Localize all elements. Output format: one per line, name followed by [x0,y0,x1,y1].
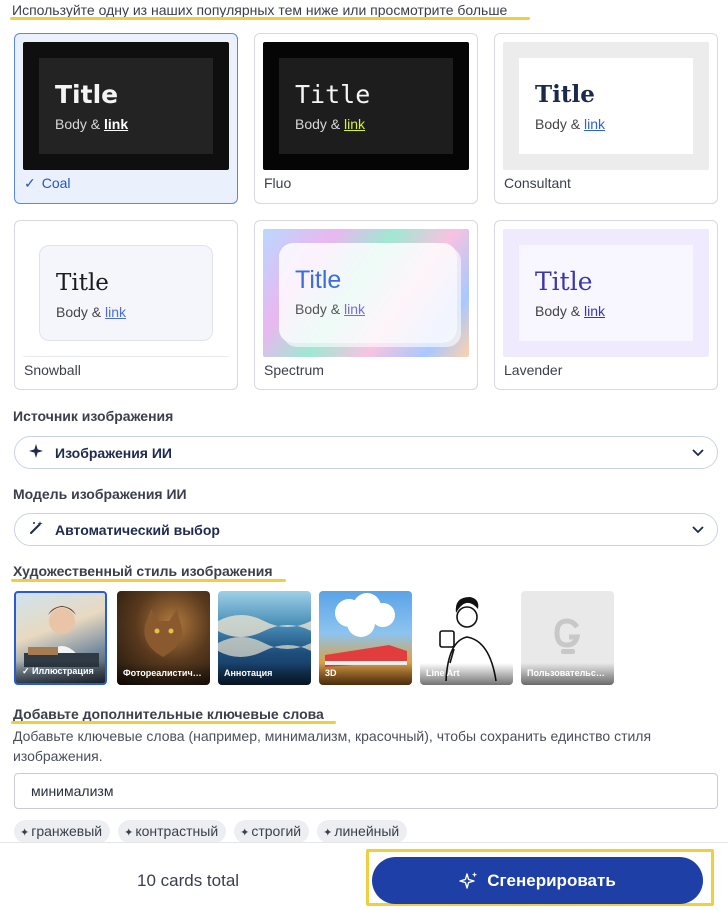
style-tile-abstract[interactable]: Аннотация [218,591,311,685]
preview-body: Body & [535,303,581,319]
image-model-value: Автоматический выбор [55,521,220,538]
theme-card-snowball[interactable]: Title Body & link Snowball [14,220,238,390]
theme-preview-consultant: Title Body & link [503,42,709,170]
chevron-down-icon [692,526,704,534]
image-source-select[interactable]: Изображения ИИ [14,436,718,469]
preview-body: Body & [535,116,581,132]
preview-link: link [105,304,127,320]
theme-name: Snowball [24,362,81,378]
style-label: 3D [319,663,412,685]
preview-title: Title [55,80,119,109]
keyword-suggestions: ✦ гранжевый ✦ контрастный ✦ строгий ✦ линейн… [14,820,408,843]
preview-link: link [344,116,366,132]
theme-card-lavender[interactable]: Title Body & link Lavender [494,220,718,390]
sparkle-icon [29,443,47,462]
keywords-input[interactable]: минимализм [14,773,718,809]
intro-highlight-underline [10,17,530,20]
preview-body: Body & [295,301,341,317]
style-label: Иллюстрация [32,666,94,676]
theme-card-coal[interactable]: Title Body & link ✓ Coal [14,33,238,204]
theme-preview-fluo: Title Body & link [263,42,469,170]
style-label: Line Art [420,663,513,685]
theme-preview-lavender: Title Body & link [503,229,709,357]
style-label: Фотореалистичный [117,663,210,685]
sparkle-icon: ✦ [20,827,30,839]
preview-title: Title [295,80,371,109]
style-tile-3d[interactable]: 3D [319,591,412,685]
themes-intro-text: Используйте одну из наших популярных тем… [12,2,508,18]
sparkle-icon: ✦ [124,827,134,839]
checkmark-icon: ✓ [24,175,36,191]
style-tile-illustration[interactable]: ✓ Иллюстрация [14,591,107,685]
theme-card-fluo[interactable]: Title Body & link Fluo [254,33,478,204]
image-source-value: Изображения ИИ [55,444,172,461]
theme-preview-spectrum: Title Body & link [263,229,469,357]
art-style-label: Художественный стиль изображения [13,563,273,579]
image-model-label: Модель изображения ИИ [13,486,187,502]
style-tile-line-art[interactable]: Line Art [420,591,513,685]
footer-bar: 10 cards total Сгенерировать [0,842,728,910]
theme-name: ✓ Coal [24,175,71,191]
preview-body: Body & [295,116,341,132]
checkmark-icon: ✓ [22,666,33,676]
preview-link: link [344,301,366,317]
theme-name: Lavender [504,362,563,378]
preview-body: Body & [56,304,102,320]
magic-wand-icon [29,520,47,539]
generate-button[interactable]: Сгенерировать [372,857,703,904]
keywords-highlight-underline [11,721,336,724]
chevron-down-icon [692,449,704,457]
theme-card-consultant[interactable]: Title Body & link Consultant [494,33,718,204]
keyword-chip[interactable]: ✦ контрастный [118,820,227,843]
style-label: Аннотация [218,663,311,685]
theme-name: Spectrum [264,362,324,378]
sparkle-icon: ✦ [240,827,250,839]
style-tile-photorealistic[interactable]: Фотореалистичный [117,591,210,685]
sparkle-icon: ✦ [323,827,333,839]
style-tile-custom[interactable]: Пользовательский [521,591,614,685]
preview-body: Body & [55,116,101,132]
keyword-chip[interactable]: ✦ гранжевый [14,820,111,843]
keywords-label: Добавьте дополнительные ключевые слова [13,706,324,722]
preview-link: link [104,116,129,132]
theme-preview-coal: Title Body & link [23,42,229,170]
sparkles-icon [459,871,478,889]
keyword-chip[interactable]: ✦ линейный [317,820,408,843]
theme-name: Fluo [264,175,292,191]
preview-title: Title [535,81,595,108]
preview-title: Title [535,267,593,296]
keywords-description: Добавьте ключевые слова (например, миним… [13,728,652,764]
generate-label: Сгенерировать [487,870,616,890]
preview-title: Title [295,266,342,294]
preview-link: link [584,303,606,319]
preview-title: Title [56,270,109,296]
image-model-select[interactable]: Автоматический выбор [14,513,718,546]
theme-preview-snowball: Title Body & link [23,229,229,357]
art-style-highlight-underline [11,579,286,582]
image-source-label: Источник изображения [13,408,174,424]
keyword-chip[interactable]: ✦ строгий [234,820,310,843]
theme-name: Consultant [504,175,571,191]
cards-total: 10 cards total [137,871,240,890]
style-label: Пользовательский [521,663,614,685]
theme-card-spectrum[interactable]: Title Body & link Spectrum [254,220,478,390]
preview-link: link [584,116,606,132]
